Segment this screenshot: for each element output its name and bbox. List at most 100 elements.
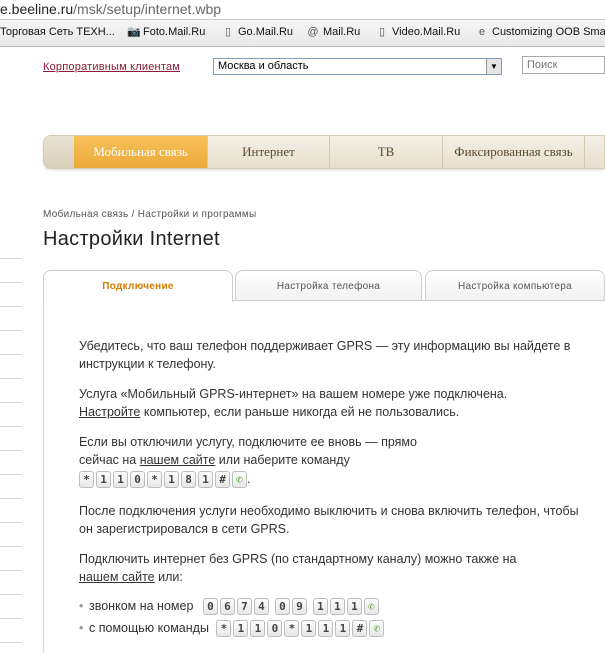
favorite-label: Foto.Mail.Ru [143,26,206,38]
left-edge-line [0,306,22,307]
favorite-label: Торговая Сеть ТЕХН... [0,26,115,38]
page-icon: ▯ [224,26,232,38]
left-edge-line [0,426,22,427]
left-edge-line [0,498,22,499]
key: 1 [312,598,328,616]
main-nav: Мобильная связь Интернет ТВ Фиксированна… [43,135,605,169]
key: 0 [130,471,145,489]
search-input[interactable] [522,56,605,74]
favorite-item[interactable]: e Customizing OOB Sma... [476,26,605,38]
tab-divider [233,300,605,301]
key: * [147,471,162,489]
bullet-icon: • [79,599,84,613]
paragraph-restart: После подключения услуги необходимо выкл… [79,504,579,536]
left-edge-line [0,402,22,403]
favorite-item[interactable]: ▯ Video.Mail.Ru [376,26,460,38]
our-site-link[interactable]: нашем сайте [140,453,216,467]
corporate-clients-link[interactable]: Корпоративным клиентам [43,61,180,73]
setup-link[interactable]: Настройте [79,405,140,419]
key: 1 [164,471,179,489]
favorite-label: Customizing OOB Sma... [492,26,605,38]
at-icon: @ [307,26,319,38]
phone-handset-icon: ✆ [363,598,379,616]
command-row: * 1 1 0 * 1 8 1 # ✆ . [79,470,584,489]
nav-internet[interactable]: Интернет [207,136,329,168]
left-edge-line [0,282,22,283]
service-line-2: Настройте компьютер, если раньше никогда… [79,403,584,421]
left-edge-line [0,546,22,547]
key: 1 [113,471,128,489]
command-label: с помощью команды [89,621,209,635]
nav-fixed[interactable]: Фиксированная связь [442,136,584,168]
key: 1 [198,471,213,489]
left-edge-line [0,354,22,355]
key: 1 [335,620,351,638]
region-select[interactable]: Москва и область ▼ [213,58,502,75]
no-gprs-line: Подключить интернет без GPRS (по стандар… [79,552,517,566]
call-label: звонком на номер [89,599,194,613]
key: * [79,471,94,489]
no-gprs-line-2: нашем сайте или: [79,568,584,586]
nav-tv[interactable]: ТВ [329,136,442,168]
key: # [352,620,368,638]
key: 9 [291,598,307,616]
key: # [215,471,230,489]
left-edge-line [0,642,22,643]
favorite-item[interactable]: Торговая Сеть ТЕХН... [0,26,115,38]
reconnect-line-2: сейчас на нашем сайте или наберите коман… [79,451,584,469]
url-host: e.beeline.ru [0,1,74,17]
paragraph-service: Услуга «Мобильный GPRS-интернет» на ваше… [79,385,584,421]
left-edge-line [0,378,22,379]
nav-mobile[interactable]: Мобильная связь [74,136,207,168]
service-line: Услуга «Мобильный GPRS-интернет» на ваше… [79,387,508,401]
tab-connection[interactable]: Подключение [43,270,233,302]
key: 1 [233,620,249,638]
breadcrumb: Мобильная связь / Настройки и программы [43,209,257,220]
phone-keys: 0 6 7 4 0 9 1 1 1 ✆ [202,598,379,616]
reconnect-prefix: сейчас на [79,453,140,467]
favorite-item[interactable]: ▯ Go.Mail.Ru [222,26,293,38]
key: 1 [329,598,345,616]
left-edge-line [0,594,22,595]
key: 1 [250,620,266,638]
bullet-icon: • [79,621,84,635]
key: * [216,620,232,638]
left-edge-line [0,522,22,523]
address-bar[interactable]: e.beeline.ru/msk/setup/internet.wbp [0,0,605,20]
page-icon: ▯ [378,26,386,38]
favorite-item[interactable]: @ Mail.Ru [307,26,360,38]
paragraph-gprs: Убедитесь, что ваш телефон поддерживает … [79,339,571,371]
left-edge-line [0,330,22,331]
left-edge-line [0,474,22,475]
key: 0 [202,598,218,616]
left-edge-line [0,570,22,571]
service-rest: компьютер, если раньше никогда ей не пол… [140,405,460,419]
nav-cap [44,136,74,168]
our-site-link-2[interactable]: нашем сайте [79,570,155,584]
tab-computer-setup[interactable]: Настройка компьютера [425,270,605,301]
reconnect-line: Если вы отключили услугу, подключите ее … [79,435,417,449]
paragraph-no-gprs: Подключить интернет без GPRS (по стандар… [79,550,584,586]
left-edge-line [0,258,22,259]
key: 1 [318,620,334,638]
phone-handset-icon: ✆ [232,471,247,489]
ie-icon: e [478,26,486,38]
nav-more[interactable] [584,136,604,168]
key: 1 [346,598,362,616]
favorite-item[interactable]: 📷 Foto.Mail.Ru [127,26,205,38]
list-item: • звонком на номер 0 6 7 4 0 9 1 1 1 ✆ [79,597,379,616]
key: 6 [219,598,235,616]
key: 0 [267,620,283,638]
phone-handset-icon: ✆ [369,620,385,638]
key: 4 [253,598,269,616]
paragraph-reconnect: Если вы отключили услугу, подключите ее … [79,433,584,489]
page-title: Настройки Internet [43,228,220,250]
left-edge-line [0,450,22,451]
chevron-down-icon[interactable]: ▼ [486,59,501,74]
favorites-bar: Торговая Сеть ТЕХН... 📷 Foto.Mail.Ru ▯ G… [0,20,605,47]
url-path: /msk/setup/internet.wbp [73,1,222,17]
command-keys: * 1 1 0 * 1 8 1 # ✆ [79,471,247,489]
tab-phone-setup[interactable]: Настройка телефона [235,270,422,301]
favorite-label: Video.Mail.Ru [392,26,461,38]
reconnect-suffix: или наберите команду [215,453,350,467]
